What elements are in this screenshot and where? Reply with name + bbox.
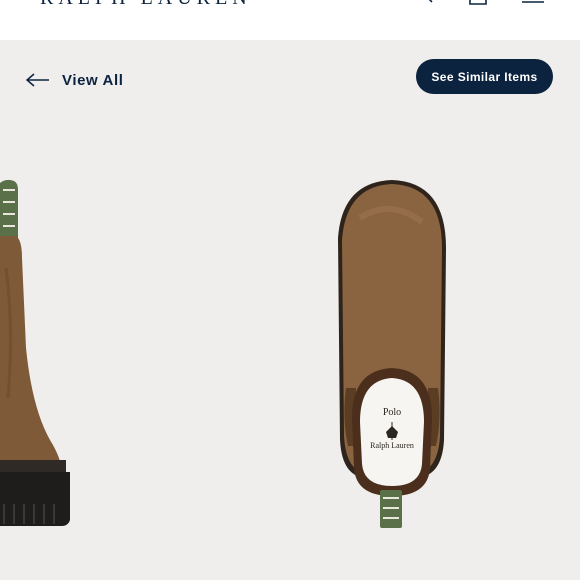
boot-side-view-image[interactable] bbox=[0, 178, 80, 530]
insole-brand-line1: Polo bbox=[382, 407, 402, 418]
shopping-bag-icon[interactable] bbox=[466, 0, 490, 8]
site-header: RALPH LAUREN bbox=[0, 0, 580, 40]
see-similar-items-label: See Similar Items bbox=[431, 69, 538, 84]
brand-logo[interactable]: RALPH LAUREN bbox=[40, 0, 252, 10]
boot-top-view-image[interactable] bbox=[330, 178, 450, 530]
see-similar-items-button[interactable]: See Similar Items bbox=[416, 59, 553, 94]
insole-brand-line2: Ralph Lauren bbox=[370, 441, 414, 450]
arrow-left-icon bbox=[26, 73, 49, 87]
product-gallery: View All See Similar Items Polo Ralph La… bbox=[0, 40, 580, 580]
menu-icon[interactable] bbox=[520, 0, 546, 8]
view-all-label: View All bbox=[62, 71, 124, 89]
view-all-link[interactable]: View All bbox=[26, 68, 124, 92]
search-icon[interactable] bbox=[412, 0, 438, 8]
